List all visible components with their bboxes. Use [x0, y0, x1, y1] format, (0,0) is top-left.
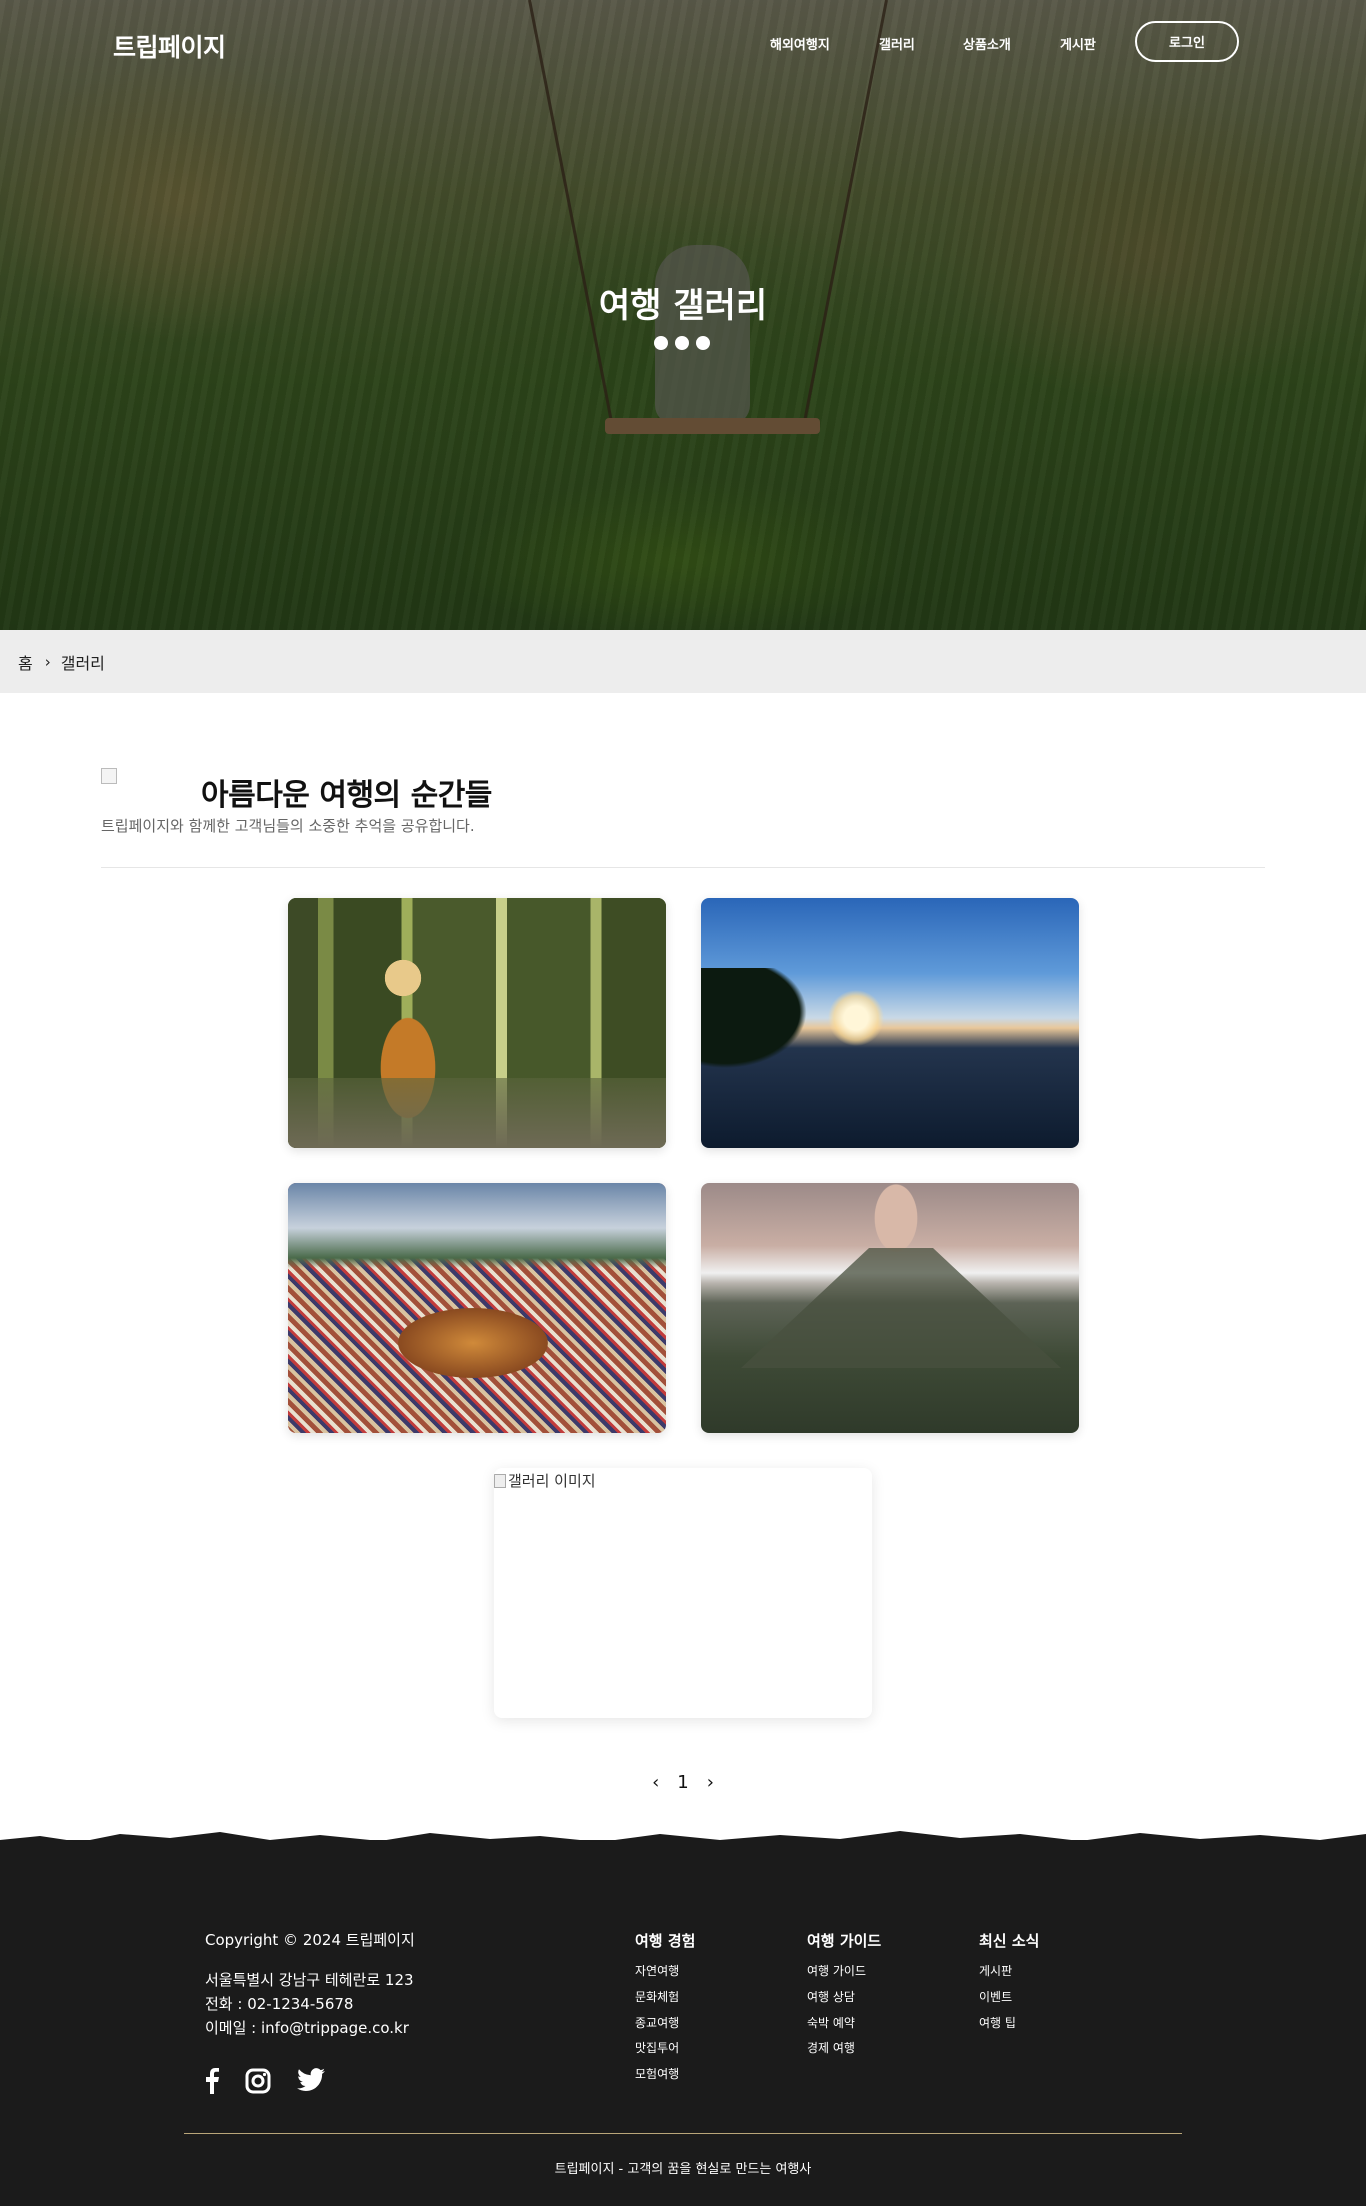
nav-item-destinations[interactable]: 해외여행지: [770, 34, 830, 53]
pagination: ‹ 1 ›: [0, 1772, 1366, 1793]
dot-icon: [654, 336, 668, 350]
footer-column-guide: 여행 가이드 여행 가이드 여행 상담 숙박 예약 경제 여행: [807, 1930, 881, 2062]
footer-link[interactable]: 문화체험: [635, 1985, 695, 2011]
page-title: 여행 갤러리: [598, 286, 768, 326]
broken-image: 갤러리 이미지: [494, 1470, 596, 1491]
footer-link[interactable]: 여행 팁: [979, 2011, 1039, 2037]
nav-item-board[interactable]: 게시판: [1060, 34, 1096, 53]
gallery-item[interactable]: [288, 898, 666, 1148]
page-number-1[interactable]: 1: [677, 1772, 688, 1793]
gallery-item[interactable]: [288, 1183, 666, 1433]
dot-icon: [675, 336, 689, 350]
footer-email: 이메일 : info@trippage.co.kr: [205, 2019, 409, 2037]
title-decoration-dots: [654, 336, 710, 350]
instagram-icon[interactable]: [245, 2068, 271, 2094]
footer-company-info: Copyright © 2024 트립페이지 서울특별시 강남구 테헤란로 12…: [205, 1928, 415, 2040]
login-button[interactable]: 로그인: [1135, 21, 1239, 62]
footer-link[interactable]: 게시판: [979, 1959, 1039, 1985]
footer-link[interactable]: 종교여행: [635, 2011, 695, 2037]
footer-link[interactable]: 숙박 예약: [807, 2011, 881, 2037]
gallery-item[interactable]: [701, 898, 1079, 1148]
site-logo[interactable]: 트립페이지: [113, 28, 226, 64]
footer-column-news: 최신 소식 게시판 이벤트 여행 팁: [979, 1930, 1039, 2036]
footer-address: 서울특별시 강남구 테헤란로 123: [205, 1971, 414, 1989]
footer-link[interactable]: 여행 가이드: [807, 1959, 881, 1985]
social-links: [205, 2068, 325, 2094]
gallery-image-volcano: [701, 1183, 1079, 1433]
breadcrumb-separator: ›: [44, 652, 51, 671]
section-subtitle: 트립페이지와 함께한 고객님들의 소중한 추억을 공유합니다.: [101, 817, 475, 835]
nav-item-products[interactable]: 상품소개: [963, 34, 1011, 53]
dot-icon: [696, 336, 710, 350]
footer-column-title: 최신 소식: [979, 1932, 1040, 1950]
gallery-image-forest-monkeys: [288, 898, 666, 1148]
twitter-icon[interactable]: [297, 2068, 325, 2094]
footer-link[interactable]: 여행 상담: [807, 1985, 881, 2011]
gallery-item[interactable]: 갤러리 이미지: [494, 1468, 872, 1718]
footer-column-title: 여행 경험: [635, 1932, 696, 1950]
footer-link[interactable]: 자연여행: [635, 1959, 695, 1985]
footer-copyright: Copyright © 2024 트립페이지: [205, 1931, 415, 1949]
footer-divider: [184, 2133, 1182, 2134]
prev-page-button[interactable]: ‹: [652, 1772, 659, 1793]
section-divider: [101, 867, 1265, 868]
footer-link[interactable]: 모험여행: [635, 2062, 695, 2088]
section-title: 아름다운 여행의 순간들: [201, 778, 492, 813]
nav-item-gallery[interactable]: 갤러리: [879, 34, 915, 53]
site-footer: Copyright © 2024 트립페이지 서울특별시 강남구 테헤란로 12…: [0, 1831, 1366, 2206]
hero-banner: 트립페이지 해외여행지 갤러리 상품소개 게시판 로그인 여행 갤러리: [0, 0, 1366, 630]
breadcrumb-current: 갤러리: [60, 653, 105, 673]
footer-link[interactable]: 경제 여행: [807, 2036, 881, 2062]
broken-image-icon: [101, 768, 117, 784]
footer-column-title: 여행 가이드: [807, 1932, 882, 1950]
footer-link[interactable]: 맛집투어: [635, 2036, 695, 2062]
footer-column-experience: 여행 경험 자연여행 문화체험 종교여행 맛집투어 모험여행: [635, 1930, 695, 2088]
gallery-image-kecak-dance: [288, 1183, 666, 1433]
broken-image-icon: [494, 1473, 506, 1488]
breadcrumb: 홈 › 갤러리: [0, 630, 1366, 693]
image-alt-text: 갤러리 이미지: [508, 1472, 596, 1490]
breadcrumb-home[interactable]: 홈: [18, 650, 33, 674]
footer-phone: 전화 : 02-1234-5678: [205, 1995, 354, 2013]
torn-edge-decoration: [0, 1831, 1366, 1852]
next-page-button[interactable]: ›: [707, 1772, 714, 1793]
footer-tagline: 트립페이지 - 고객의 꿈을 현실로 만드는 여행사: [554, 2162, 812, 2177]
facebook-icon[interactable]: [205, 2068, 219, 2094]
gallery-item[interactable]: [701, 1183, 1079, 1433]
gallery-image-sunset-coast: [701, 898, 1079, 1148]
footer-link[interactable]: 이벤트: [979, 1985, 1039, 2011]
